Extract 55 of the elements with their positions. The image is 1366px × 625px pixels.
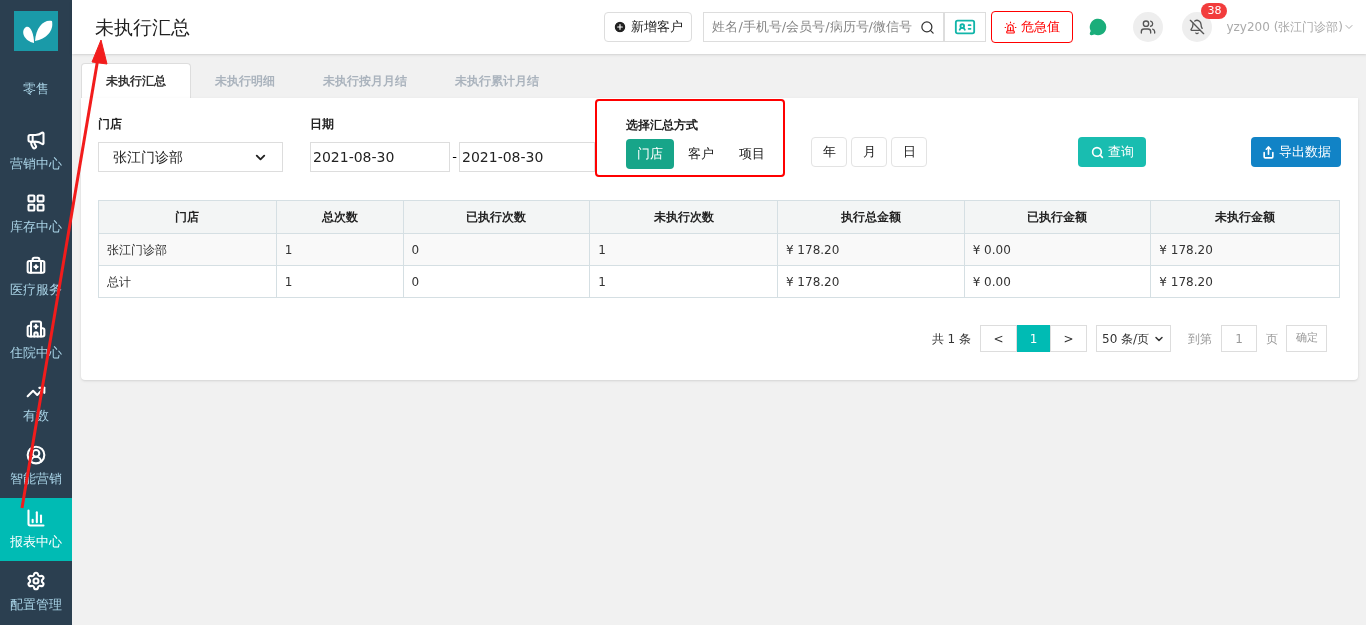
share-icon bbox=[1261, 145, 1275, 159]
table-cell-text: 张江门诊部 bbox=[106, 241, 168, 259]
add-customer-button[interactable]: 新增客户 bbox=[604, 12, 693, 42]
table-cell: ¥ 178.20 bbox=[776, 266, 964, 297]
search-icon bbox=[920, 19, 936, 35]
period-button[interactable]: 日 bbox=[891, 137, 927, 167]
id-card-button[interactable] bbox=[944, 12, 987, 42]
summary-mode-button[interactable]: 项目 bbox=[728, 139, 776, 169]
sidebar-icon bbox=[26, 255, 46, 276]
period-button[interactable]: 月 bbox=[851, 137, 887, 167]
alert-button[interactable]: 危急值 bbox=[991, 11, 1074, 43]
chat-icon[interactable] bbox=[1089, 18, 1108, 36]
tab[interactable]: 未执行汇总 bbox=[81, 63, 191, 98]
period-button[interactable]: 年 bbox=[811, 137, 847, 167]
notification-button[interactable] bbox=[1182, 12, 1213, 42]
page-unit: 页 bbox=[1266, 330, 1278, 348]
users-icon bbox=[1140, 19, 1157, 35]
date-field[interactable]: 2021-08-30 bbox=[310, 142, 450, 172]
column-header: 门店 bbox=[174, 209, 201, 226]
total-count: 共 1 条 bbox=[931, 330, 971, 348]
page-size-select[interactable]: 50 条/页 bbox=[1096, 325, 1171, 352]
siren-icon bbox=[1004, 20, 1018, 34]
field-label: 门店 bbox=[98, 116, 123, 133]
table-cell: ¥ 178.20 bbox=[1150, 266, 1339, 297]
sidebar-item[interactable]: 营销中心 bbox=[0, 120, 72, 183]
field-label: 选择汇总方式 bbox=[626, 117, 699, 134]
table-cell: 1 bbox=[275, 266, 403, 297]
export-button[interactable]: 导出数据 bbox=[1251, 137, 1341, 167]
bell-off-icon bbox=[1189, 19, 1206, 35]
page-title: 未执行汇总 bbox=[95, 14, 190, 40]
search-icon bbox=[1090, 145, 1104, 159]
sidebar-item[interactable]: 库存中心 bbox=[0, 183, 72, 246]
store-select[interactable]: 张江门诊部 bbox=[98, 142, 283, 172]
table-cell: 0 bbox=[402, 266, 590, 297]
next-page-button[interactable]: > bbox=[1050, 325, 1087, 352]
search-field[interactable]: 姓名/手机号/会员号/病历号/微信号 bbox=[703, 12, 945, 42]
table-cell-text: 总计 bbox=[106, 273, 132, 291]
sidebar-icon bbox=[26, 570, 46, 591]
date-field[interactable]: 2021-08-30 bbox=[459, 142, 595, 172]
sidebar-icon bbox=[26, 444, 46, 465]
plus-icon bbox=[613, 20, 628, 34]
sidebar-item[interactable]: 配置管理 bbox=[0, 561, 72, 624]
prev-page-button[interactable]: < bbox=[980, 325, 1017, 352]
date-separator: - bbox=[451, 148, 458, 167]
sidebar-icon bbox=[26, 129, 46, 150]
table-cell: 1 bbox=[589, 266, 777, 297]
goto-label: 到第 bbox=[1188, 330, 1212, 348]
sidebar-icon bbox=[26, 192, 46, 213]
notification-badge: 38 bbox=[1201, 3, 1228, 19]
sidebar-icon bbox=[26, 507, 46, 528]
sidebar-item[interactable]: 零售 bbox=[0, 57, 72, 120]
sidebar-icon bbox=[26, 318, 46, 339]
summary-mode-button[interactable]: 客户 bbox=[677, 139, 725, 169]
field-label: 日期 bbox=[310, 116, 335, 133]
table-cell: ¥ 0.00 bbox=[963, 266, 1151, 297]
